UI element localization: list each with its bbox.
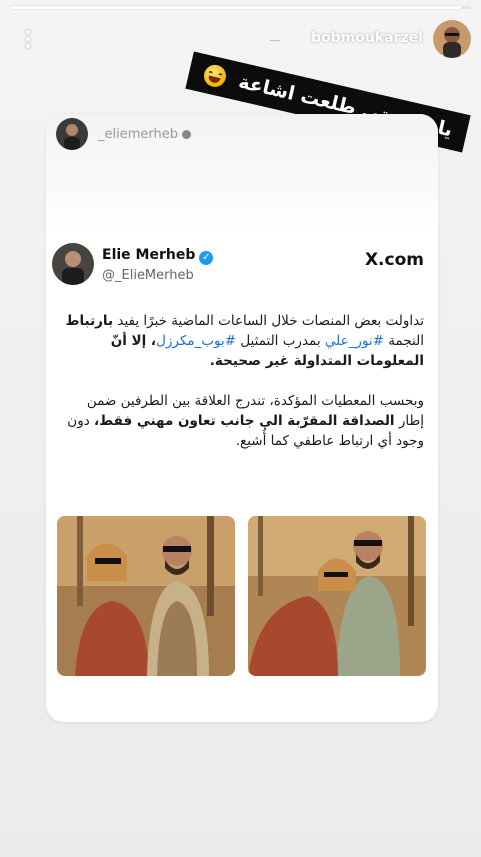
story-avatar[interactable] bbox=[433, 20, 471, 58]
hashtag-link[interactable]: #بوب_مكرزل bbox=[156, 333, 236, 349]
tweet-author-avatar bbox=[52, 243, 94, 285]
repost-handle-text: _eliemerheb bbox=[98, 127, 178, 142]
story-header: — bobmoukarzel bbox=[0, 18, 481, 62]
tweet-author-name: Elie Merheb ✓ bbox=[102, 247, 214, 265]
tweet-photo-1[interactable] bbox=[57, 516, 235, 676]
tweet-body: تداولت بعض المنصات خلال الساعات الماضية … bbox=[64, 311, 424, 471]
story-progress-fill bbox=[10, 6, 462, 9]
more-options-icon[interactable] bbox=[24, 28, 32, 50]
x-source-label: X.com bbox=[364, 250, 424, 270]
story-username[interactable]: bobmoukarzel bbox=[311, 30, 423, 46]
verified-mini-icon bbox=[182, 130, 191, 139]
tweet-bold-span: الصداقة المقرّبة الى جانب تعاون مهني فقط… bbox=[94, 413, 395, 429]
story-progress-bar bbox=[10, 6, 471, 9]
repost-handle: _eliemerheb bbox=[98, 127, 191, 142]
laughing-emoji-icon bbox=[201, 62, 228, 90]
shared-post-card[interactable]: _eliemerheb Elie Merheb ✓ @_ElieMerheb X.… bbox=[46, 114, 438, 722]
hashtag-link[interactable]: #نور_علي bbox=[325, 333, 384, 349]
tweet-bold-span: بارتباط bbox=[65, 313, 114, 329]
tweet-text-span: تداولت بعض المنصات خلال الساعات الماضية … bbox=[117, 313, 424, 329]
tweet-author-name-text: Elie Merheb bbox=[102, 247, 196, 263]
repost-avatar bbox=[56, 118, 88, 150]
tweet-text-span: بمدرب التمثيل bbox=[236, 333, 325, 349]
tweet-paragraph-2: وبحسب المعطيات المؤكدة، تندرج العلاقة بي… bbox=[64, 391, 424, 451]
verified-badge-icon: ✓ bbox=[199, 251, 214, 265]
tweet-paragraph-1: تداولت بعض المنصات خلال الساعات الماضية … bbox=[64, 311, 424, 371]
tweet-photo-2[interactable] bbox=[248, 516, 426, 676]
tweet-text-span: النجمة bbox=[384, 333, 424, 349]
tweet-author-handle: @_ElieMerheb bbox=[102, 268, 194, 283]
story-time: — bbox=[269, 33, 281, 47]
